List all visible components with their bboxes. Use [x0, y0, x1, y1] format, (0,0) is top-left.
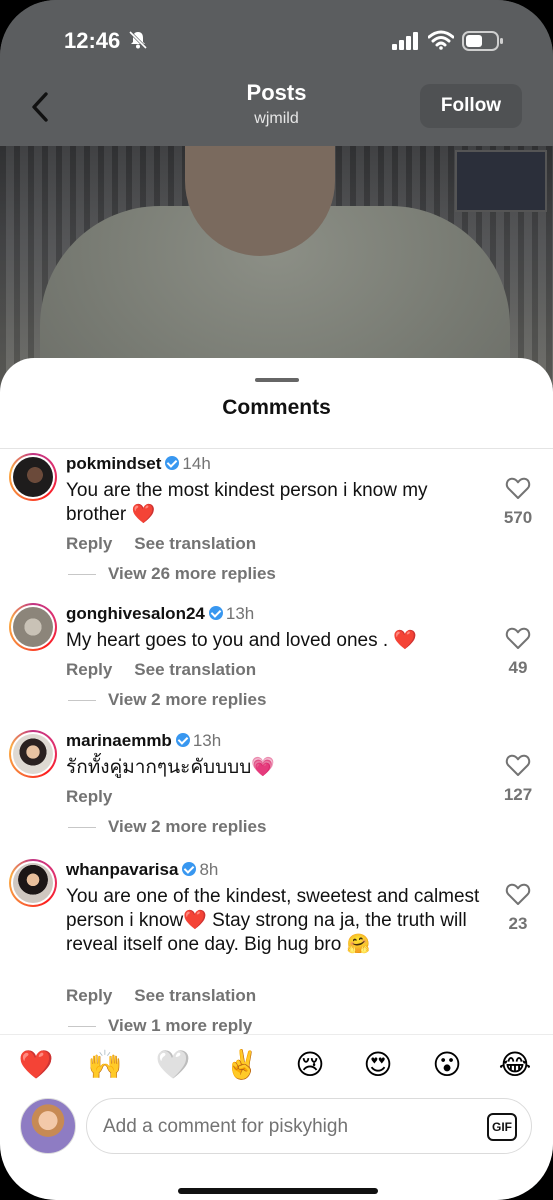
battery-icon	[462, 31, 503, 51]
comment-header: whanpavarisa 8h	[66, 860, 218, 880]
gif-icon[interactable]: GIF	[487, 1113, 517, 1141]
tears-of-joy-emoji-button[interactable]: 😂	[495, 1045, 535, 1085]
crying-face-emoji-button[interactable]: 😢	[290, 1045, 330, 1085]
wifi-icon	[428, 30, 454, 50]
red-heart-emoji-button[interactable]: ❤️	[16, 1045, 56, 1085]
comment-username[interactable]: pokmindset	[66, 454, 161, 473]
comment-time: 8h	[199, 860, 219, 879]
like-heart-icon[interactable]	[505, 476, 531, 500]
comment-username[interactable]: whanpavarisa	[66, 860, 178, 879]
replies-divider-line	[68, 700, 96, 702]
comments-list: pokmindset 14h You are the most kindest p…	[0, 450, 553, 1034]
sheet-divider	[0, 448, 553, 449]
comment-actions: Reply See translation	[66, 660, 278, 680]
comment-actions: Reply	[66, 787, 134, 807]
post-photo	[0, 146, 553, 386]
comment-input-field[interactable]: GIF	[86, 1098, 532, 1154]
like-count: 570	[503, 508, 533, 527]
view-replies-button[interactable]: View 2 more replies	[68, 817, 266, 837]
like-heart-icon[interactable]	[505, 626, 531, 650]
comments-sheet: Comments pokmindset 14h You are the most …	[0, 358, 553, 1200]
follow-button[interactable]: Follow	[420, 84, 522, 128]
comment-text: รักทั้งคู่มากๆนะคับบบบ💗	[66, 757, 275, 778]
victory-hand-emoji-button[interactable]: ✌️	[222, 1045, 262, 1085]
comment-username[interactable]: gonghivesalon24	[66, 604, 205, 623]
status-bar: 12:46	[0, 0, 553, 70]
home-indicator	[178, 1188, 378, 1194]
view-replies-label: View 2 more replies	[108, 817, 267, 836]
view-replies-button[interactable]: View 1 more reply	[68, 1016, 252, 1034]
like-count: 49	[508, 658, 528, 677]
reply-button[interactable]: Reply	[66, 787, 112, 806]
replies-divider-line	[68, 574, 96, 576]
view-replies-label: View 2 more replies	[108, 690, 267, 709]
comment-actions: Reply See translation	[66, 534, 278, 554]
verified-badge-icon	[208, 606, 223, 620]
comment-text: My heart goes to you and loved ones . ❤️	[66, 630, 418, 651]
replies-divider-line	[68, 827, 96, 829]
avatar[interactable]	[9, 730, 57, 778]
sheet-drag-handle[interactable]	[255, 378, 299, 382]
surprised-face-emoji-button[interactable]: 😮	[427, 1045, 467, 1085]
white-heart-emoji-button[interactable]: 🤍	[153, 1045, 193, 1085]
view-replies-button[interactable]: View 26 more replies	[68, 564, 276, 584]
verified-badge-icon	[175, 733, 190, 747]
view-replies-button[interactable]: View 2 more replies	[68, 690, 266, 710]
comment-time: 13h	[225, 604, 255, 623]
cellular-signal-icon	[392, 32, 418, 50]
photo-wall-frame	[455, 150, 547, 212]
view-replies-label: View 1 more reply	[108, 1016, 253, 1034]
header-bar: Posts wjmild Follow	[0, 72, 553, 142]
replies-divider-line	[68, 1026, 96, 1028]
comment-text: You are one of the kindest, sweetest and…	[66, 886, 480, 955]
comment-composer: GIF	[0, 1094, 553, 1164]
see-translation-button[interactable]: See translation	[134, 660, 256, 679]
comment-username[interactable]: marinaemmb	[66, 731, 172, 750]
like-heart-icon[interactable]	[505, 753, 531, 777]
like-count: 23	[508, 914, 528, 933]
reply-button[interactable]: Reply	[66, 534, 112, 553]
comment-text: You are the most kindest person i know m…	[66, 480, 428, 525]
heart-eyes-emoji-button[interactable]: 😍	[358, 1045, 398, 1085]
reply-button[interactable]: Reply	[66, 660, 112, 679]
comment-header: gonghivesalon24 13h	[66, 604, 254, 624]
comment-header: pokmindset 14h	[66, 454, 211, 474]
comment-actions: Reply See translation	[66, 986, 278, 1006]
like-heart-icon[interactable]	[505, 882, 531, 906]
comment-input[interactable]	[103, 1107, 463, 1147]
status-time: 12:46	[64, 28, 121, 53]
see-translation-button[interactable]: See translation	[134, 534, 256, 553]
bell-slash-icon	[128, 30, 148, 50]
raised-hands-emoji-button[interactable]: 🙌	[85, 1045, 125, 1085]
avatar[interactable]	[9, 453, 57, 501]
comment-header: marinaemmb 13h	[66, 731, 221, 751]
sheet-title: Comments	[222, 396, 331, 419]
comment-time: 14h	[182, 454, 211, 473]
avatar[interactable]	[9, 603, 57, 651]
see-translation-button[interactable]: See translation	[134, 986, 256, 1005]
quick-reaction-bar: ❤️ 🙌 🤍 ✌️ 😢 😍 😮 😂	[0, 1034, 553, 1092]
verified-badge-icon	[182, 862, 197, 876]
comment-time: 13h	[192, 731, 222, 750]
view-replies-label: View 26 more replies	[108, 564, 276, 583]
phone-screen: 12:46 Posts wjmild Follow Comments pokmi…	[0, 0, 553, 1200]
current-user-avatar	[20, 1098, 76, 1154]
avatar[interactable]	[9, 859, 57, 907]
reply-button[interactable]: Reply	[66, 986, 112, 1005]
verified-badge-icon	[165, 456, 180, 470]
like-count: 127	[503, 785, 533, 804]
